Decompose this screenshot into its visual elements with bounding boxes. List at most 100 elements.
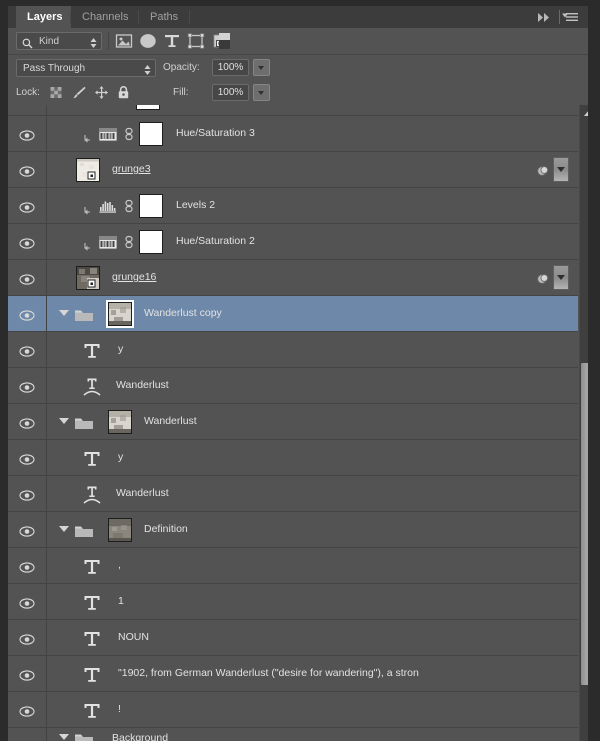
table-row[interactable]: Wanderlust [8, 476, 578, 512]
layer-list[interactable]: Hue/Saturation 3 grunge3 Levels 2 Hue/Sa… [8, 105, 588, 741]
table-row[interactable]: Hue/Saturation 2 [8, 224, 578, 260]
visibility-toggle[interactable] [8, 620, 47, 655]
layer-thumbnail[interactable] [108, 410, 132, 434]
blend-bar: Pass Through Opacity: 100% [8, 55, 588, 80]
layer-thumbnail[interactable] [76, 158, 100, 182]
layer-effects-expand-button[interactable] [553, 265, 569, 290]
table-row[interactable]: Wanderlust [8, 404, 578, 440]
layer-thumbnail[interactable] [106, 300, 134, 328]
layer-name: 1 [118, 595, 124, 607]
table-row[interactable]: grunge16 [8, 260, 578, 296]
clipping-mask-arrow-icon [83, 238, 92, 251]
table-row[interactable] [8, 105, 578, 116]
table-row[interactable]: Background [8, 728, 578, 741]
table-row[interactable]: ! [8, 692, 578, 728]
visibility-toggle[interactable] [8, 548, 47, 583]
layer-name: grunge3 [112, 163, 151, 175]
checkerboard-icon[interactable] [49, 85, 64, 100]
layer-mask-thumbnail[interactable] [139, 230, 163, 254]
double-right-arrow-icon[interactable] [536, 11, 554, 24]
layer-name: , [118, 559, 121, 571]
visibility-toggle[interactable] [8, 440, 47, 475]
brush-icon[interactable] [72, 85, 87, 100]
visibility-toggle[interactable] [8, 656, 47, 691]
link-mask-icon[interactable] [123, 127, 135, 141]
fill-input[interactable]: 100% [212, 84, 249, 101]
type-layer-icon [83, 665, 101, 684]
table-row[interactable]: NOUN [8, 620, 578, 656]
visibility-toggle[interactable] [8, 404, 47, 439]
layer-name: NOUN [118, 631, 149, 643]
blend-stepper-arrows-icon[interactable] [144, 63, 151, 75]
opacity-input[interactable]: 100% [212, 59, 249, 76]
layer-name: Levels 2 [176, 199, 216, 211]
layer-name: Wanderlust [116, 487, 169, 499]
fill-dropdown-button[interactable] [253, 84, 270, 101]
layer-name: Definition [144, 523, 188, 535]
table-row[interactable]: y [8, 440, 578, 476]
layer-list-scrollbar[interactable] [579, 105, 588, 741]
group-disclosure-triangle[interactable] [59, 526, 69, 532]
group-disclosure-triangle[interactable] [59, 734, 69, 740]
table-row[interactable]: Wanderlust copy [8, 296, 578, 332]
visibility-toggle[interactable] [8, 512, 47, 547]
visibility-toggle[interactable] [8, 332, 47, 367]
layer-thumbnail[interactable] [76, 266, 100, 290]
visibility-toggle[interactable] [8, 188, 47, 223]
image-icon[interactable] [114, 32, 134, 50]
layer-effects-expand-button[interactable] [553, 157, 569, 182]
move-arrows-icon[interactable] [94, 85, 109, 100]
layer-name: y [118, 343, 124, 355]
layer-mask-thumbnail[interactable] [139, 122, 163, 146]
tab-layers[interactable]: Layers [16, 6, 74, 28]
layer-name: Hue/Saturation 3 [176, 127, 255, 139]
table-row[interactable]: , [8, 548, 578, 584]
visibility-toggle[interactable] [8, 260, 47, 295]
visibility-toggle[interactable] [8, 116, 47, 151]
tab-paths[interactable]: Paths [139, 6, 190, 28]
layer-effects-icon[interactable] [536, 272, 550, 284]
filter-toggle-icon[interactable] [219, 33, 230, 49]
group-disclosure-triangle[interactable] [59, 418, 69, 424]
table-row[interactable]: Levels 2 [8, 188, 578, 224]
blend-mode-select[interactable]: Pass Through [16, 59, 156, 77]
visibility-toggle[interactable] [8, 692, 47, 727]
table-row[interactable]: Wanderlust [8, 368, 578, 404]
table-row[interactable]: y [8, 332, 578, 368]
link-mask-icon[interactable] [123, 235, 135, 249]
table-row[interactable]: Definition [8, 512, 578, 548]
link-mask-icon[interactable] [123, 199, 135, 213]
type-t-icon[interactable] [162, 32, 182, 50]
hue-saturation-icon [98, 235, 118, 250]
layer-thumbnail[interactable] [108, 518, 132, 542]
eye-icon [19, 200, 35, 213]
visibility-toggle[interactable] [8, 105, 47, 115]
table-row[interactable]: Hue/Saturation 3 [8, 116, 578, 152]
tab-channels[interactable]: Channels [71, 6, 140, 28]
scroll-up-arrow-icon[interactable] [584, 110, 588, 116]
layer-mask-thumbnail[interactable] [136, 105, 160, 110]
shape-icon[interactable] [186, 32, 206, 50]
visibility-toggle[interactable] [8, 476, 47, 511]
visibility-toggle[interactable] [8, 296, 47, 331]
stepper-arrows-icon[interactable] [90, 36, 97, 48]
table-row[interactable]: 1 [8, 584, 578, 620]
group-disclosure-triangle[interactable] [59, 310, 69, 316]
filter-separator [108, 32, 109, 50]
opacity-dropdown-button[interactable] [253, 59, 270, 76]
visibility-toggle[interactable] [8, 152, 47, 187]
type-layer-icon [83, 341, 101, 360]
visibility-toggle[interactable] [8, 728, 47, 741]
scroll-thumb[interactable] [581, 363, 588, 685]
visibility-toggle[interactable] [8, 584, 47, 619]
layer-effects-icon[interactable] [536, 164, 550, 176]
table-row[interactable]: "1902, from German Wanderlust ("desire f… [8, 656, 578, 692]
panel-menu-icon[interactable] [562, 11, 580, 24]
visibility-toggle[interactable] [8, 368, 47, 403]
adjustment-circle-icon[interactable] [138, 32, 158, 50]
layer-mask-thumbnail[interactable] [139, 194, 163, 218]
table-row[interactable]: grunge3 [8, 152, 578, 188]
visibility-toggle[interactable] [8, 224, 47, 259]
padlock-icon[interactable] [116, 85, 131, 100]
filter-kind-select[interactable]: Kind [16, 32, 102, 50]
